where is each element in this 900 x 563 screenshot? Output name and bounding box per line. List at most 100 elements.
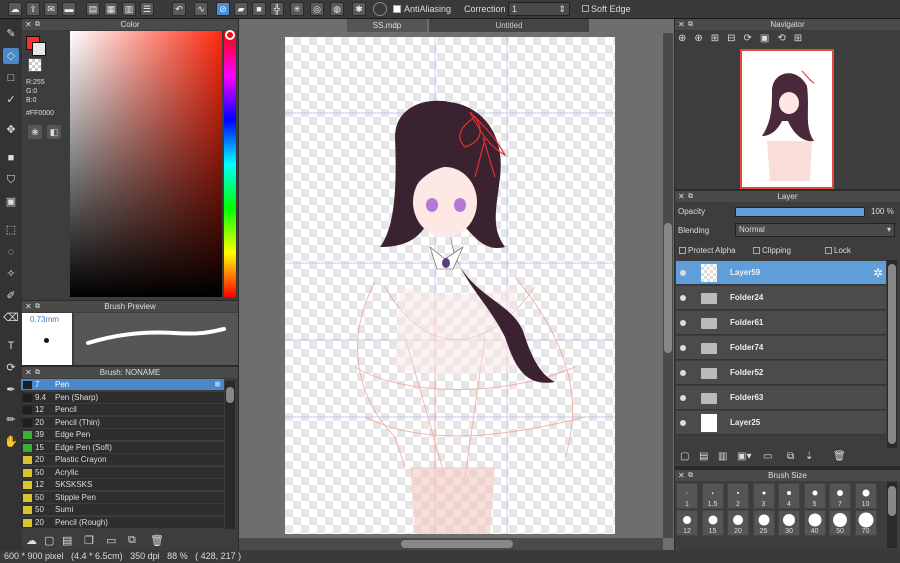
- pin-icon[interactable]: ⧉: [35, 301, 40, 312]
- layer-item[interactable]: Folder74: [676, 336, 886, 360]
- correction-select[interactable]: 1 ⇕: [508, 2, 570, 16]
- brush-size-option[interactable]: 2: [727, 483, 749, 509]
- saturation-value-picker[interactable]: [70, 31, 222, 297]
- eraser-tool-icon[interactable]: ◇: [3, 48, 19, 64]
- layer-scrollbar[interactable]: [887, 260, 897, 448]
- visibility-icon[interactable]: [680, 345, 686, 351]
- copy-brush-icon[interactable]: ❐: [84, 534, 94, 547]
- close-icon[interactable]: ✕: [25, 301, 32, 312]
- canvas-v-scrollbar[interactable]: [663, 33, 673, 538]
- brush-item[interactable]: 20 Plastic Crayon: [21, 454, 224, 466]
- brush-size-scrollbar[interactable]: [887, 482, 897, 548]
- brush-scroll-thumb[interactable]: [226, 387, 234, 403]
- new-layer-1bit-icon[interactable]: ▥: [718, 451, 727, 462]
- visibility-icon[interactable]: [680, 370, 686, 376]
- hand-tool-icon[interactable]: ✋: [3, 434, 19, 450]
- brush-size-option[interactable]: 1: [676, 483, 698, 509]
- text-tool-icon[interactable]: T: [3, 338, 19, 354]
- gear-icon[interactable]: ✲: [214, 379, 221, 391]
- brush-item[interactable]: 12 Pencil: [21, 404, 224, 416]
- trash-icon[interactable]: 🗑: [150, 534, 164, 547]
- soft-edge-checkbox[interactable]: [582, 5, 589, 12]
- pin-icon[interactable]: ⧉: [35, 19, 40, 30]
- layer-item[interactable]: Folder61: [676, 311, 886, 335]
- brush-item[interactable]: 50 Stipple Pen: [21, 491, 224, 504]
- lock-checkbox[interactable]: Lock: [825, 246, 851, 255]
- layer-scroll-thumb[interactable]: [888, 264, 896, 444]
- tab-untitled[interactable]: Untitled: [429, 19, 589, 32]
- ring-icon[interactable]: [373, 2, 387, 16]
- blending-select[interactable]: Normal ▾: [735, 223, 895, 237]
- brush-size-option[interactable]: 3: [752, 483, 775, 509]
- brush-item[interactable]: 20 Pencil (Rough): [21, 516, 224, 529]
- brush-size-option[interactable]: 20: [727, 510, 749, 536]
- brush-size-option[interactable]: 40: [803, 510, 826, 536]
- bucket-icon[interactable]: ⛉: [3, 172, 19, 188]
- layer-item[interactable]: Folder63: [676, 386, 886, 410]
- drawing-canvas[interactable]: [285, 37, 615, 534]
- brush-item[interactable]: 15 Edge Pen (Soft): [21, 441, 224, 454]
- snap-icon[interactable]: ∿: [194, 2, 208, 16]
- canvas-h-thumb[interactable]: [401, 540, 513, 548]
- brush-item[interactable]: 20 Pencil (Thin): [21, 416, 224, 429]
- brush-size-option[interactable]: 15: [701, 510, 724, 536]
- background-color-swatch[interactable]: [32, 42, 46, 56]
- brush-tool-icon[interactable]: ✎: [3, 26, 19, 42]
- brush-size-option[interactable]: 4: [778, 483, 800, 509]
- grid-icon[interactable]: ▦: [104, 2, 118, 16]
- lasso-icon[interactable]: ✓: [3, 92, 19, 108]
- pin-icon[interactable]: ⧉: [688, 191, 693, 202]
- visibility-icon[interactable]: [680, 420, 686, 426]
- layer-item[interactable]: Layer25: [676, 411, 886, 435]
- cross-snap-icon[interactable]: ■: [252, 2, 266, 16]
- layer-item[interactable]: Layer59 ✲: [676, 261, 886, 285]
- clipping-checkbox[interactable]: Clipping: [753, 246, 791, 255]
- transform-icon[interactable]: ⟳: [3, 360, 19, 376]
- close-icon[interactable]: ✕: [678, 191, 685, 202]
- lasso-select-icon[interactable]: ◌: [3, 244, 19, 260]
- select-eraser-icon[interactable]: ⌫: [3, 310, 19, 326]
- navigator-preview[interactable]: [740, 49, 834, 189]
- brush-item[interactable]: 9.4 Pen (Sharp): [21, 391, 224, 404]
- brush-size-option[interactable]: 25: [752, 510, 775, 536]
- canvas-v-thumb[interactable]: [664, 223, 672, 353]
- brush-item[interactable]: 12 SKSKSKS: [21, 479, 224, 491]
- layer-item[interactable]: Folder24: [676, 286, 886, 310]
- new-layer-8bit-icon[interactable]: ▤: [699, 451, 708, 462]
- settings-icon[interactable]: ✱: [352, 2, 366, 16]
- protect-alpha-checkbox[interactable]: Protect Alpha: [679, 246, 736, 255]
- cloud-icon[interactable]: ☁: [26, 534, 37, 547]
- chat-icon[interactable]: ✉: [44, 2, 58, 16]
- brush-paste-icon[interactable]: ⧉: [128, 534, 136, 547]
- parallel-snap-icon[interactable]: ▰: [234, 2, 248, 16]
- radial-icon[interactable]: ✳: [290, 2, 304, 16]
- close-icon[interactable]: ✕: [678, 470, 685, 481]
- color-tool-icon[interactable]: ◧: [47, 125, 61, 139]
- undo-icon[interactable]: ↶: [172, 2, 186, 16]
- select-icon[interactable]: ⬚: [3, 222, 19, 238]
- pin-icon[interactable]: ⧉: [688, 19, 693, 30]
- close-icon[interactable]: ✕: [25, 19, 32, 30]
- rect-select-icon[interactable]: □: [3, 70, 19, 86]
- canvas-h-scrollbar[interactable]: [239, 538, 663, 550]
- navigator-toolbar[interactable]: ⊕⊕⊞⊟⟳▣⟲⊞: [678, 33, 810, 44]
- brush-size-option[interactable]: 70: [854, 510, 877, 536]
- brush-size-option[interactable]: 1.5: [701, 483, 724, 509]
- select-pen-icon[interactable]: ✐: [3, 288, 19, 304]
- brush-size-thumb[interactable]: [888, 486, 896, 516]
- brush-item[interactable]: 50 Sumi: [21, 504, 224, 516]
- pin-icon[interactable]: ⧉: [35, 367, 40, 378]
- brush-size-option[interactable]: 50: [829, 510, 851, 536]
- brush-size-option[interactable]: 10: [854, 483, 877, 509]
- new-brush-icon[interactable]: ▢: [44, 534, 54, 547]
- visibility-icon[interactable]: [680, 320, 686, 326]
- visibility-icon[interactable]: [680, 270, 686, 276]
- brush-size-option[interactable]: 30: [778, 510, 800, 536]
- brush-settings-icon[interactable]: ▤: [62, 534, 72, 547]
- eyedropper-icon[interactable]: ✒: [3, 382, 19, 398]
- hue-handle[interactable]: [225, 30, 235, 40]
- close-icon[interactable]: ✕: [25, 367, 32, 378]
- circle-snap-icon[interactable]: ◎: [310, 2, 324, 16]
- folder-icon[interactable]: ▭: [106, 534, 116, 547]
- paint-icon[interactable]: ☁: [8, 2, 22, 16]
